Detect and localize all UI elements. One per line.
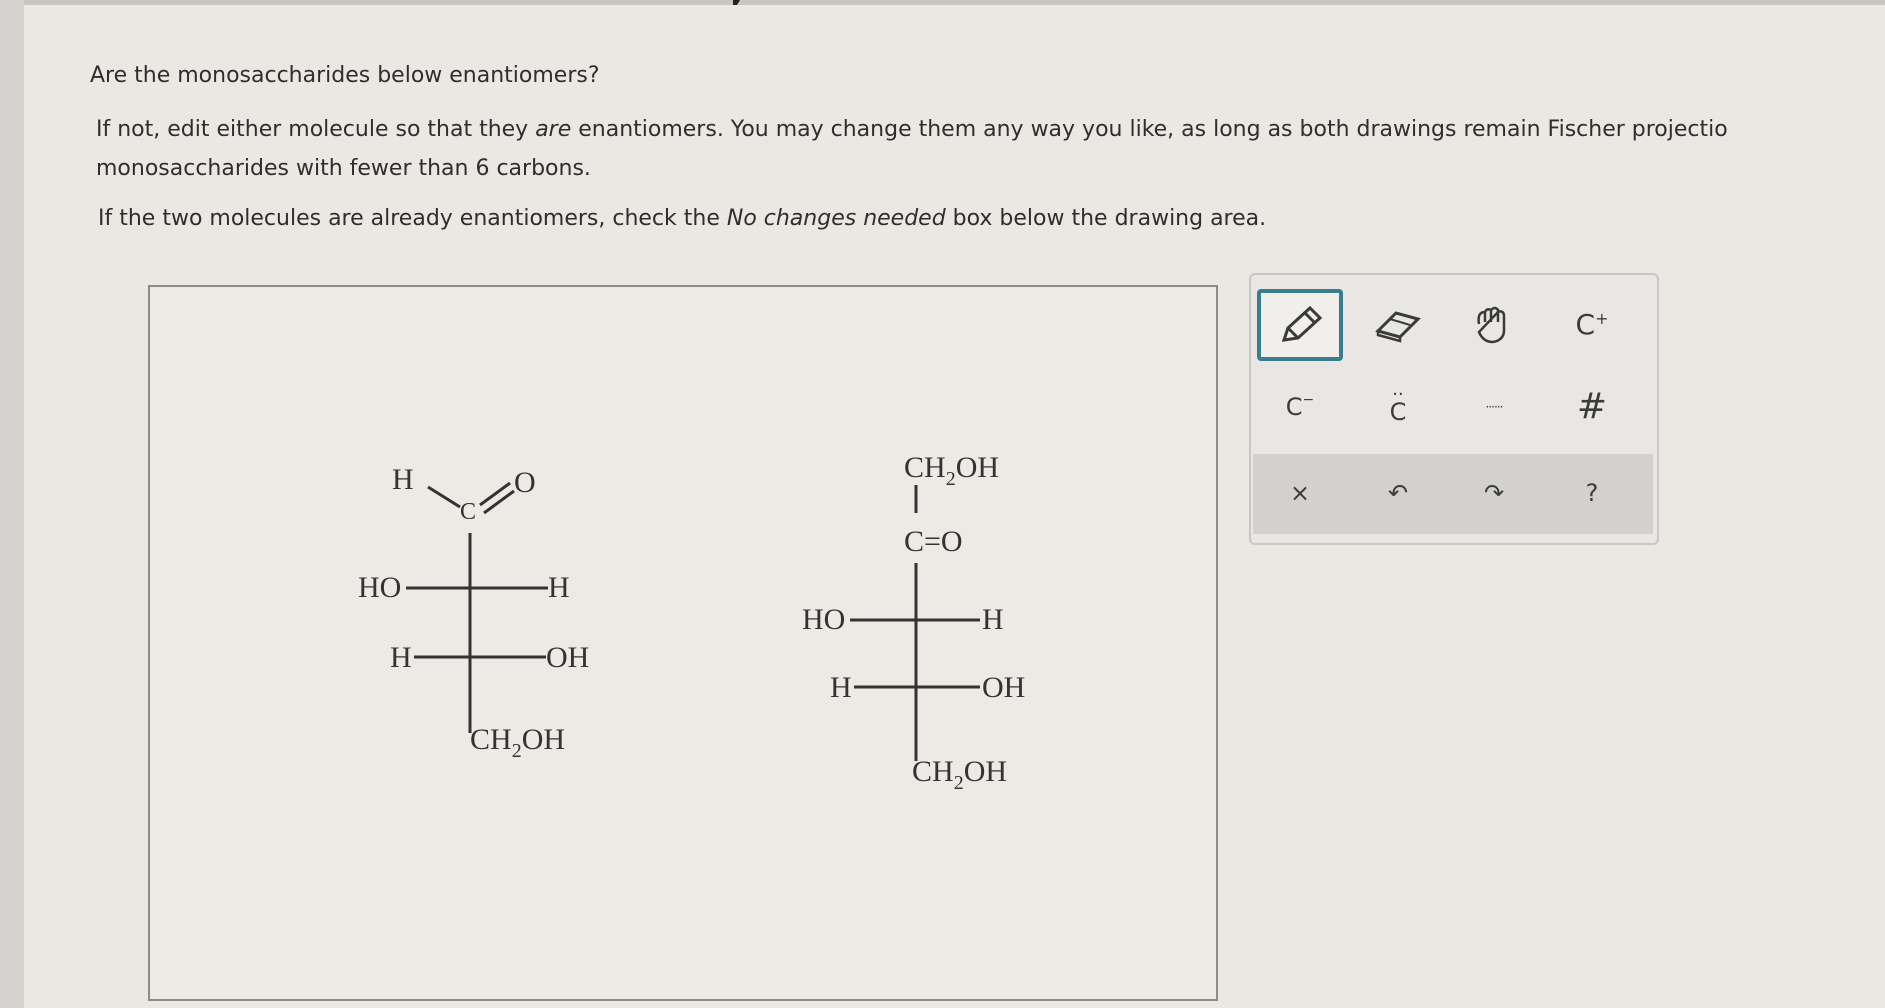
anion-tool-button[interactable]: C − bbox=[1257, 371, 1343, 443]
anion-sup: − bbox=[1302, 392, 1315, 408]
cation-label: C bbox=[1575, 308, 1596, 341]
anion-label: C bbox=[1285, 393, 1303, 421]
right-bottom-ch2oh: CH2OH bbox=[912, 755, 1007, 794]
eraser-tool-button[interactable] bbox=[1355, 289, 1441, 361]
clear-button[interactable]: × bbox=[1257, 457, 1343, 529]
left-top-c: C bbox=[460, 499, 476, 525]
left-top-h: H bbox=[392, 463, 414, 496]
redo-icon: ↷ bbox=[1483, 479, 1505, 507]
drawing-toolbar: C + C − ·· C ······ # × ↶ ↷ ? bbox=[1249, 273, 1659, 545]
cation-sup: + bbox=[1595, 308, 1609, 328]
isotope-tool-button[interactable]: # bbox=[1549, 371, 1635, 443]
radical-dots: ······ bbox=[1485, 400, 1504, 414]
right-row1-ho: HO bbox=[802, 603, 845, 636]
right-row2-h: H bbox=[830, 671, 852, 704]
redo-button[interactable]: ↷ bbox=[1451, 457, 1537, 529]
cation-tool-button[interactable]: C + bbox=[1549, 289, 1635, 361]
question-prompt: Are the monosaccharides below enantiomer… bbox=[90, 63, 600, 88]
right-row2-oh: OH bbox=[982, 671, 1025, 704]
right-carbonyl: C=O bbox=[904, 525, 963, 558]
undo-icon: ↶ bbox=[1387, 479, 1409, 507]
question-instruction: If not, edit either molecule so that the… bbox=[96, 117, 1728, 142]
molecule-left[interactable]: H C O HO H H OH CH2OH bbox=[358, 463, 589, 762]
left-co-bond-1 bbox=[479, 481, 511, 507]
left-row2-h: H bbox=[390, 641, 412, 674]
lone-pair-label: C bbox=[1389, 398, 1407, 426]
hand-tool-button[interactable] bbox=[1451, 289, 1537, 361]
molecule-right[interactable]: CH2OH C=O HO H H OH CH2OH bbox=[802, 451, 1025, 794]
left-row2-oh: OH bbox=[546, 641, 589, 674]
pencil-icon bbox=[1281, 305, 1323, 342]
left-co-bond-2 bbox=[483, 489, 515, 515]
left-row1-ho: HO bbox=[358, 571, 401, 604]
undo-button[interactable]: ↶ bbox=[1355, 457, 1441, 529]
isotope-label: # bbox=[1576, 386, 1608, 427]
left-row1-h: H bbox=[548, 571, 570, 604]
help-button[interactable]: ? bbox=[1549, 457, 1635, 529]
left-top-o: O bbox=[514, 466, 536, 499]
fischer-projections: H C O HO H H OH CH2OH CH2OH C=O HO H H O… bbox=[358, 451, 1025, 794]
help-icon: ? bbox=[1585, 479, 1599, 507]
hand-icon bbox=[1477, 306, 1506, 344]
lone-pair-tool-button[interactable]: ·· C bbox=[1355, 371, 1441, 443]
drawing-canvas[interactable]: H C O HO H H OH CH2OH CH2OH C=O HO H H O… bbox=[148, 285, 1218, 1001]
question-page: Are the monosaccharides below enantiomer… bbox=[24, 5, 1885, 1008]
left-bottom-ch2oh: CH2OH bbox=[470, 723, 565, 762]
question-hint: If the two molecules are already enantio… bbox=[98, 206, 1267, 231]
left-ch-bond bbox=[427, 485, 461, 509]
question-instruction-cont: monosaccharides with fewer than 6 carbon… bbox=[96, 156, 591, 181]
right-top-ch2oh: CH2OH bbox=[904, 451, 999, 490]
close-icon: × bbox=[1289, 479, 1311, 507]
window-left-edge bbox=[0, 0, 24, 1008]
pencil-tool-button[interactable] bbox=[1257, 289, 1343, 361]
right-row1-h: H bbox=[982, 603, 1004, 636]
eraser-icon bbox=[1375, 311, 1421, 343]
radical-tool-button[interactable]: ······ bbox=[1451, 371, 1537, 443]
